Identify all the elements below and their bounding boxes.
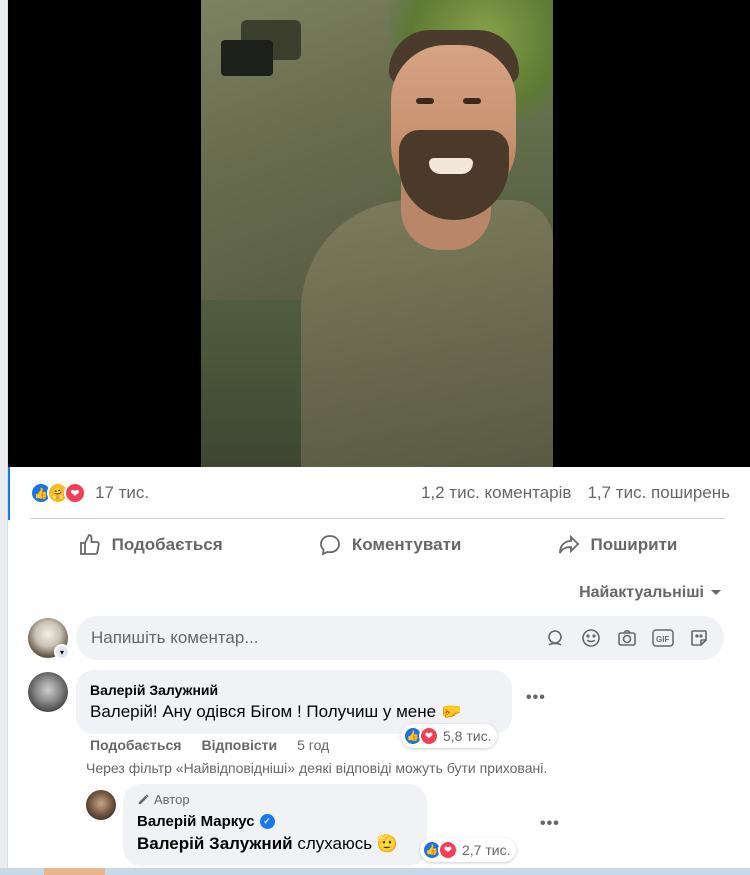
share-icon [558, 534, 579, 554]
avatar-sticker-icon[interactable] [544, 627, 566, 649]
reply-bubble: Автор Валерій Маркус ✓ Валерій Залужний … [123, 784, 427, 866]
like-label: Подобається [111, 535, 223, 554]
comment-input[interactable] [91, 628, 531, 648]
filter-note: Через фільтр «Найвідповідніші» деякі від… [86, 760, 548, 776]
post-stats: 1,2 тис. коментарів 1,7 тис. поширень [421, 483, 730, 503]
comment-reply-link[interactable]: Відповісти [201, 737, 277, 753]
reaction-icons[interactable]: 👍 🤗 ❤ [30, 482, 86, 504]
reply-mention[interactable]: Валерій Залужний [137, 834, 293, 853]
caret-down-icon [711, 590, 721, 595]
emoji-icon[interactable] [580, 627, 602, 649]
reply-author-name[interactable]: Валерій Маркус [137, 813, 255, 830]
chevron-down-icon[interactable]: ▾ [54, 644, 70, 660]
verified-badge-icon: ✓ [259, 814, 275, 829]
like-button[interactable]: Подобається [78, 533, 223, 557]
reply-body: слухаюсь 🫡 [292, 834, 399, 853]
svg-text:GIF: GIF [656, 635, 669, 644]
reply-reactions-badge[interactable]: 👍 ❤ 2,7 тис. [420, 838, 517, 862]
sort-label: Найактуальніші [579, 584, 704, 601]
author-tag: Автор [137, 792, 413, 807]
author-tag-label: Автор [154, 792, 190, 807]
pencil-icon [138, 794, 149, 805]
comment-icon [319, 535, 340, 556]
camera-icon[interactable] [616, 627, 638, 649]
post-video[interactable] [8, 0, 750, 467]
comment-meta: Подобається Відповісти 5 год [90, 737, 329, 753]
focus-indicator [8, 467, 10, 520]
comment-time[interactable]: 5 год [297, 737, 329, 753]
thumbs-up-icon [79, 534, 100, 555]
taskbar-strip [0, 868, 750, 875]
post-card: 👍 🤗 ❤ 17 тис. 1,2 тис. коментарів 1,7 ти… [7, 0, 750, 875]
comment-composer[interactable]: GIF [76, 616, 724, 660]
comment-reactions-badge[interactable]: 👍 ❤ 5,8 тис. [401, 724, 498, 748]
comment-text: Валерій! Ану одівся Бігом ! Получиш у ме… [90, 702, 462, 721]
reply-more-options-icon[interactable]: ••• [540, 815, 560, 833]
reply-author[interactable]: Валерій Маркус ✓ [137, 813, 413, 830]
shares-count[interactable]: 1,7 тис. поширень [587, 483, 730, 503]
comments-count[interactable]: 1,2 тис. коментарів [421, 483, 572, 503]
sticker-icon[interactable] [688, 627, 710, 649]
divider [30, 518, 725, 519]
reply-text: Валерій Залужний слухаюсь 🫡 [137, 834, 413, 854]
share-label: Поширити [590, 535, 678, 554]
comment-button[interactable]: Коментувати [318, 533, 462, 557]
commenter-avatar[interactable] [28, 672, 68, 712]
composer-tools: GIF [544, 627, 724, 649]
post-actions: Подобається Коментувати Поширити [30, 524, 725, 566]
comment-reaction-count: 5,8 тис. [443, 728, 492, 744]
gif-icon[interactable]: GIF [652, 627, 674, 649]
reactions-summary: 👍 🤗 ❤ 17 тис. 1,2 тис. коментарів 1,7 ти… [30, 480, 730, 506]
reaction-count[interactable]: 17 тис. [95, 483, 149, 503]
more-options-icon[interactable]: ••• [526, 689, 546, 707]
video-frame[interactable] [201, 0, 553, 467]
comment-like-link[interactable]: Подобається [90, 737, 181, 753]
love-reaction-icon: ❤ [438, 840, 458, 860]
reply-author-avatar[interactable] [86, 790, 116, 820]
reply-reaction-count: 2,7 тис. [462, 842, 511, 858]
comment-sort-dropdown[interactable]: Найактуальніші [579, 584, 722, 602]
love-reaction-icon: ❤ [419, 726, 439, 746]
love-reaction-icon: ❤ [64, 482, 86, 504]
comment-label: Коментувати [351, 535, 462, 554]
share-button[interactable]: Поширити [557, 533, 678, 557]
comment-author[interactable]: Валерій Залужний [90, 682, 498, 698]
